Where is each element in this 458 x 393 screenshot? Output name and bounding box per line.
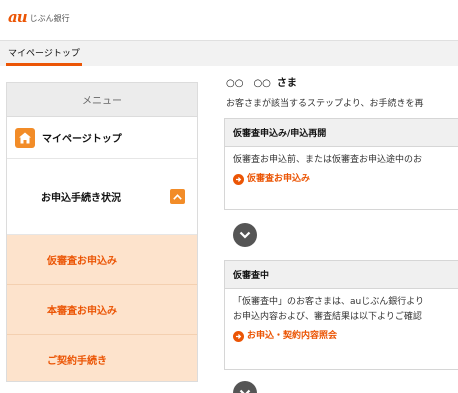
- home-icon: [15, 127, 35, 148]
- customer-greeting: ○○ ○○ さま: [226, 74, 297, 89]
- active-tab-indicator: [6, 63, 82, 66]
- arrow-right-icon: [233, 174, 244, 185]
- sidebar-item-label: マイページトップ: [42, 134, 122, 145]
- step-down-arrow-icon: [233, 223, 257, 247]
- logo-text: じぶん銀行: [29, 13, 70, 23]
- brand-logo[interactable]: au じぶん銀行: [8, 8, 70, 26]
- application-inquiry-link[interactable]: お申込・契約内容照会: [233, 329, 455, 344]
- card-title: 仮審査申込み/申込再開: [225, 119, 458, 147]
- sidebar-item-application-status[interactable]: お申込手続き状況: [7, 159, 197, 235]
- step-card-pre-screening-application: 仮審査申込み/申込再開 仮審査お申込前、または仮審査お申込途中のお 仮審査お申込…: [224, 118, 458, 210]
- logo-mark: au: [8, 8, 28, 26]
- sidebar-item-mypage-top[interactable]: マイページトップ: [7, 117, 197, 159]
- sidebar-menu: メニュー マイページトップ お申込手続き状況 仮審査お申込み 本審査お申込み ご…: [6, 82, 198, 382]
- step-down-arrow-icon: [233, 381, 257, 393]
- step-card-pre-screening-in-progress: 仮審査中 「仮審査中」のお客さまは、auじぶん銀行より お申込内容および、審査結…: [224, 260, 458, 370]
- intro-text: お客さまが該当するステップより、お手続きを再: [226, 99, 424, 109]
- sidebar-item-label: お申込手続き状況: [41, 193, 121, 204]
- card-body-line: 「仮審査中」のお客さまは、auじぶん銀行より: [233, 297, 425, 307]
- tab-mypage-top[interactable]: マイページトップ: [8, 46, 80, 59]
- menu-heading: メニュー: [7, 83, 197, 117]
- sidebar-subitem-main-screening[interactable]: 本審査お申込み: [7, 285, 197, 335]
- card-body: 仮審査お申込前、または仮審査お申込途中のお 仮審査お申込み: [225, 147, 458, 193]
- link-label: 仮審査お申込み: [247, 174, 311, 184]
- card-body-line: お申込内容および、審査結果は以下よりご確認: [233, 312, 422, 322]
- customer-name: ○○ ○○: [226, 78, 271, 89]
- arrow-right-icon: [233, 331, 244, 342]
- card-body: 「仮審査中」のお客さまは、auじぶん銀行より お申込内容および、審査結果は以下よ…: [225, 289, 458, 350]
- card-body-line: 仮審査お申込前、または仮審査お申込途中のお: [233, 155, 423, 165]
- card-title: 仮審査中: [225, 261, 458, 289]
- pre-screening-apply-link[interactable]: 仮審査お申込み: [233, 172, 455, 187]
- link-label: お申込・契約内容照会: [247, 331, 338, 341]
- sidebar-subitem-pre-screening[interactable]: 仮審査お申込み: [7, 235, 197, 285]
- sidebar-subitem-contract[interactable]: ご契約手続き: [7, 335, 197, 381]
- honorific: さま: [276, 78, 297, 89]
- chevron-up-icon[interactable]: [170, 189, 185, 204]
